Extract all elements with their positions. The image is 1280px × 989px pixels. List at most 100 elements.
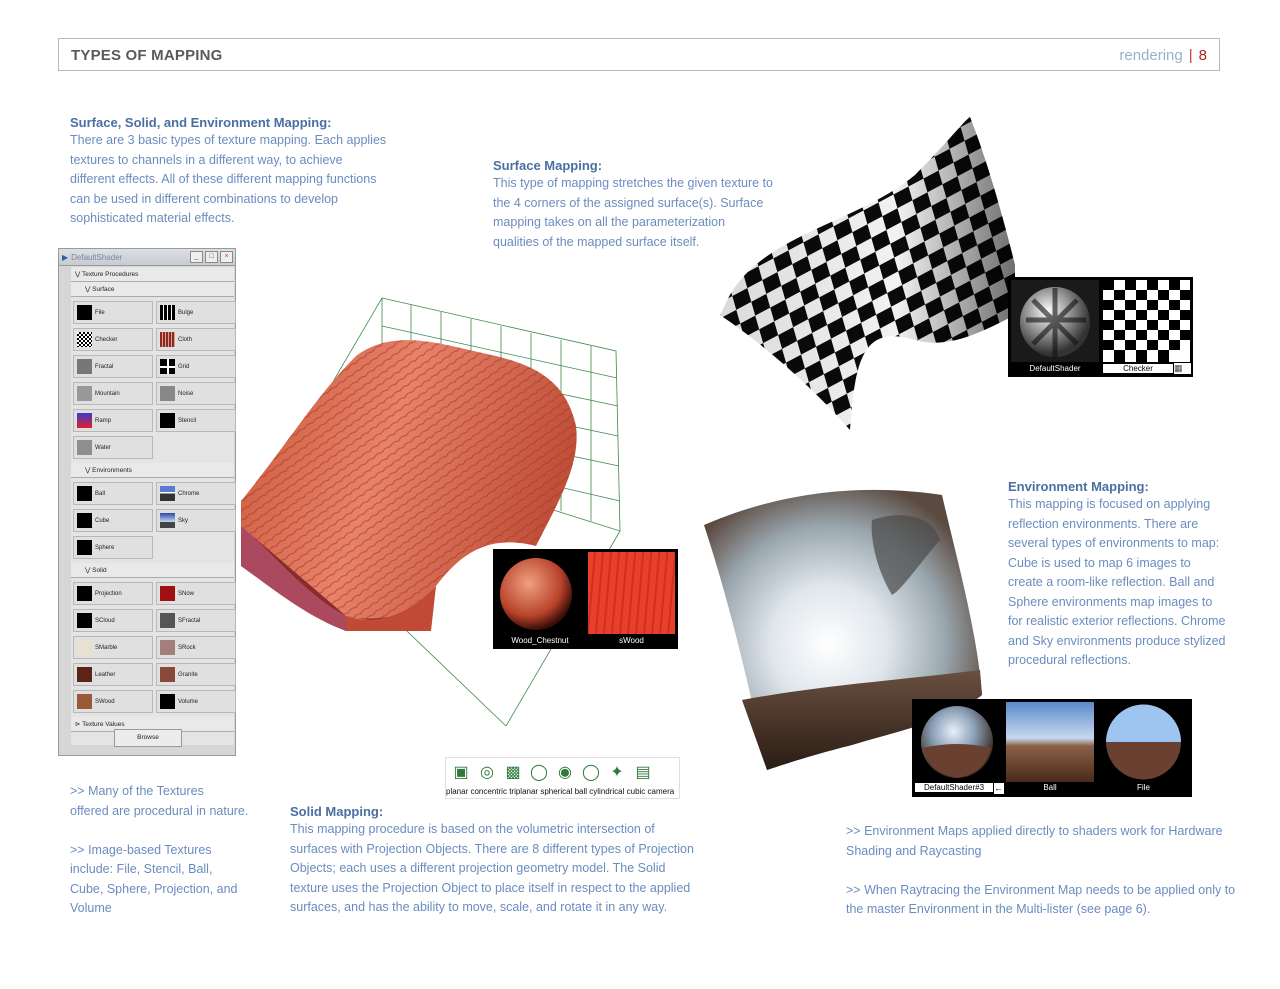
texture-label: Cloth (178, 336, 193, 343)
env-sky[interactable]: Sky (156, 509, 236, 532)
environment-line: This mapping is focused on applying (1008, 497, 1211, 511)
intro-heading: Surface, Solid, and Environment Mapping: (70, 115, 332, 130)
solid-line: texture uses the Projection Object to pl… (290, 880, 691, 895)
texture-label: Noise (178, 390, 194, 397)
swatch-label: File (1137, 783, 1150, 792)
texture-label: Ramp (95, 417, 112, 424)
solid-srock[interactable]: SRock (156, 636, 236, 659)
texture-swatch (77, 386, 92, 401)
note-line: include: File, Stencil, Ball, (70, 862, 213, 876)
maximize-icon[interactable]: □ (205, 251, 218, 263)
file-env-image (1098, 702, 1189, 782)
solid-snow[interactable]: SNow (156, 582, 236, 605)
icon-labels: planar concentric triplanar spherical ba… (446, 787, 679, 796)
texture-swatch (160, 332, 175, 347)
environment-line: procedural reflections. (1008, 653, 1131, 667)
swatch-label: sWood (619, 636, 644, 645)
env-sphere[interactable]: Sphere (73, 536, 153, 559)
texture-label: Sphere (95, 544, 115, 551)
app-icon: ▶ (62, 252, 69, 262)
intro-line: textures to channels in a different way,… (70, 152, 343, 167)
texture-label: Leather (95, 671, 116, 678)
notes-right: >> Environment Maps applied directly to … (846, 822, 1246, 920)
ball-env-image (1006, 702, 1094, 782)
env-ball[interactable]: Ball (73, 482, 153, 505)
solid-volume[interactable]: Volume (156, 690, 236, 713)
default-shader-window: ▶ DefaultShader _ □ × ⋁ Texture Procedur… (58, 248, 236, 756)
solid-projection[interactable]: Projection (73, 582, 153, 605)
texture-swatch (77, 513, 92, 528)
solid-line: This mapping procedure is based on the v… (290, 822, 655, 836)
texture-grid[interactable]: Grid (156, 355, 236, 378)
intro-line: can be used in different combinations to… (70, 191, 339, 206)
checker-swatches: DefaultShader Checker ▦ (1008, 277, 1193, 377)
texture-swatch (160, 586, 175, 601)
texture-label: Grid (178, 363, 190, 370)
texture-stencil[interactable]: Stencil (156, 409, 236, 432)
camera-projection-icon[interactable]: ▤ (632, 762, 654, 784)
swatch-label: Ball (1043, 783, 1057, 792)
texture-swatch (77, 332, 92, 347)
texture-bulge[interactable]: Bulge (156, 301, 236, 324)
section-environments[interactable]: ⋁ Environments (71, 463, 234, 478)
cylindrical-projection-icon[interactable]: ◯ (580, 762, 602, 784)
solid-smarble[interactable]: SMarble (73, 636, 153, 659)
note-line: >> When Raytracing the Environment Map n… (846, 882, 1236, 897)
spherical-projection-icon[interactable]: ◯ (528, 762, 550, 784)
texture-cloth[interactable]: Cloth (156, 328, 236, 351)
solid-sfractal[interactable]: SFractal (156, 609, 236, 632)
browse-button[interactable]: Browse (114, 729, 182, 747)
intro-line: different effects. All of these differen… (70, 172, 377, 186)
cubic-projection-icon[interactable]: ✦ (606, 762, 628, 784)
texture-mountain[interactable]: Mountain (73, 382, 153, 405)
swatch-label: DefaultShader (1029, 364, 1081, 373)
concentric-projection-icon[interactable]: ◎ (476, 762, 498, 784)
solid-scloud[interactable]: SCloud (73, 609, 153, 632)
solid-swood[interactable]: SWood (73, 690, 153, 713)
texture-noise[interactable]: Noise (156, 382, 236, 405)
texture-water[interactable]: Water (73, 436, 153, 459)
texture-swatch (160, 305, 175, 320)
texture-ramp[interactable]: Ramp (73, 409, 153, 432)
texture-file[interactable]: File (73, 301, 153, 324)
swatch-options-icon[interactable]: ▦ (1174, 363, 1191, 374)
close-icon[interactable]: × (220, 251, 233, 263)
texture-swatch (77, 440, 92, 455)
intro-block: Surface, Solid, and Environment Mapping:… (70, 115, 390, 229)
texture-swatch (160, 413, 175, 428)
solid-line: surfaces, and has the ability to move, s… (290, 900, 668, 914)
section-solid[interactable]: ⋁ Solid (71, 563, 234, 578)
arrow-left-icon[interactable]: ← (994, 783, 1004, 794)
page-header: TYPES OF MAPPING rendering | 8 (58, 38, 1220, 71)
projection-icons-strip: ▣ ◎ ▩ ◯ ◉ ◯ ✦ ▤ planar concentric triplanar sph… (445, 757, 680, 799)
texture-label: SFractal (178, 617, 201, 624)
note-line: Cube, Sphere, Projection, and (70, 881, 238, 896)
texture-swatch (160, 640, 175, 655)
icon-label: concentric (470, 787, 507, 796)
triplanar-projection-icon[interactable]: ▩ (502, 762, 524, 784)
texture-fractal[interactable]: Fractal (73, 355, 153, 378)
texture-label: SMarble (95, 644, 118, 651)
solid-leather[interactable]: Leather (73, 663, 153, 686)
icon-label: planar (446, 787, 469, 796)
checker-pattern-swatch (1103, 280, 1190, 362)
page-number: 8 (1198, 47, 1207, 64)
swatch-label: Checker (1103, 364, 1173, 373)
texture-label: Projection (95, 590, 122, 597)
page-title: TYPES OF MAPPING (71, 47, 223, 64)
texture-swatch (77, 613, 92, 628)
texture-swatch (77, 359, 92, 374)
note-line: offered are procedural in nature. (70, 803, 249, 818)
texture-checker[interactable]: Checker (73, 328, 153, 351)
minimize-icon[interactable]: _ (190, 251, 203, 263)
section-surface[interactable]: ⋁ Surface (71, 282, 234, 297)
env-chrome[interactable]: Chrome (156, 482, 236, 505)
section-label: Surface (92, 286, 115, 293)
planar-projection-icon[interactable]: ▣ (450, 762, 472, 784)
environment-line: create a room-like reflection. Ball and (1008, 575, 1215, 589)
texture-label: Ball (95, 490, 106, 497)
section-texture-procedures[interactable]: ⋁ Texture Procedures (71, 267, 234, 282)
ball-projection-icon[interactable]: ◉ (554, 762, 576, 784)
env-cube[interactable]: Cube (73, 509, 153, 532)
solid-granite[interactable]: Granite (156, 663, 236, 686)
